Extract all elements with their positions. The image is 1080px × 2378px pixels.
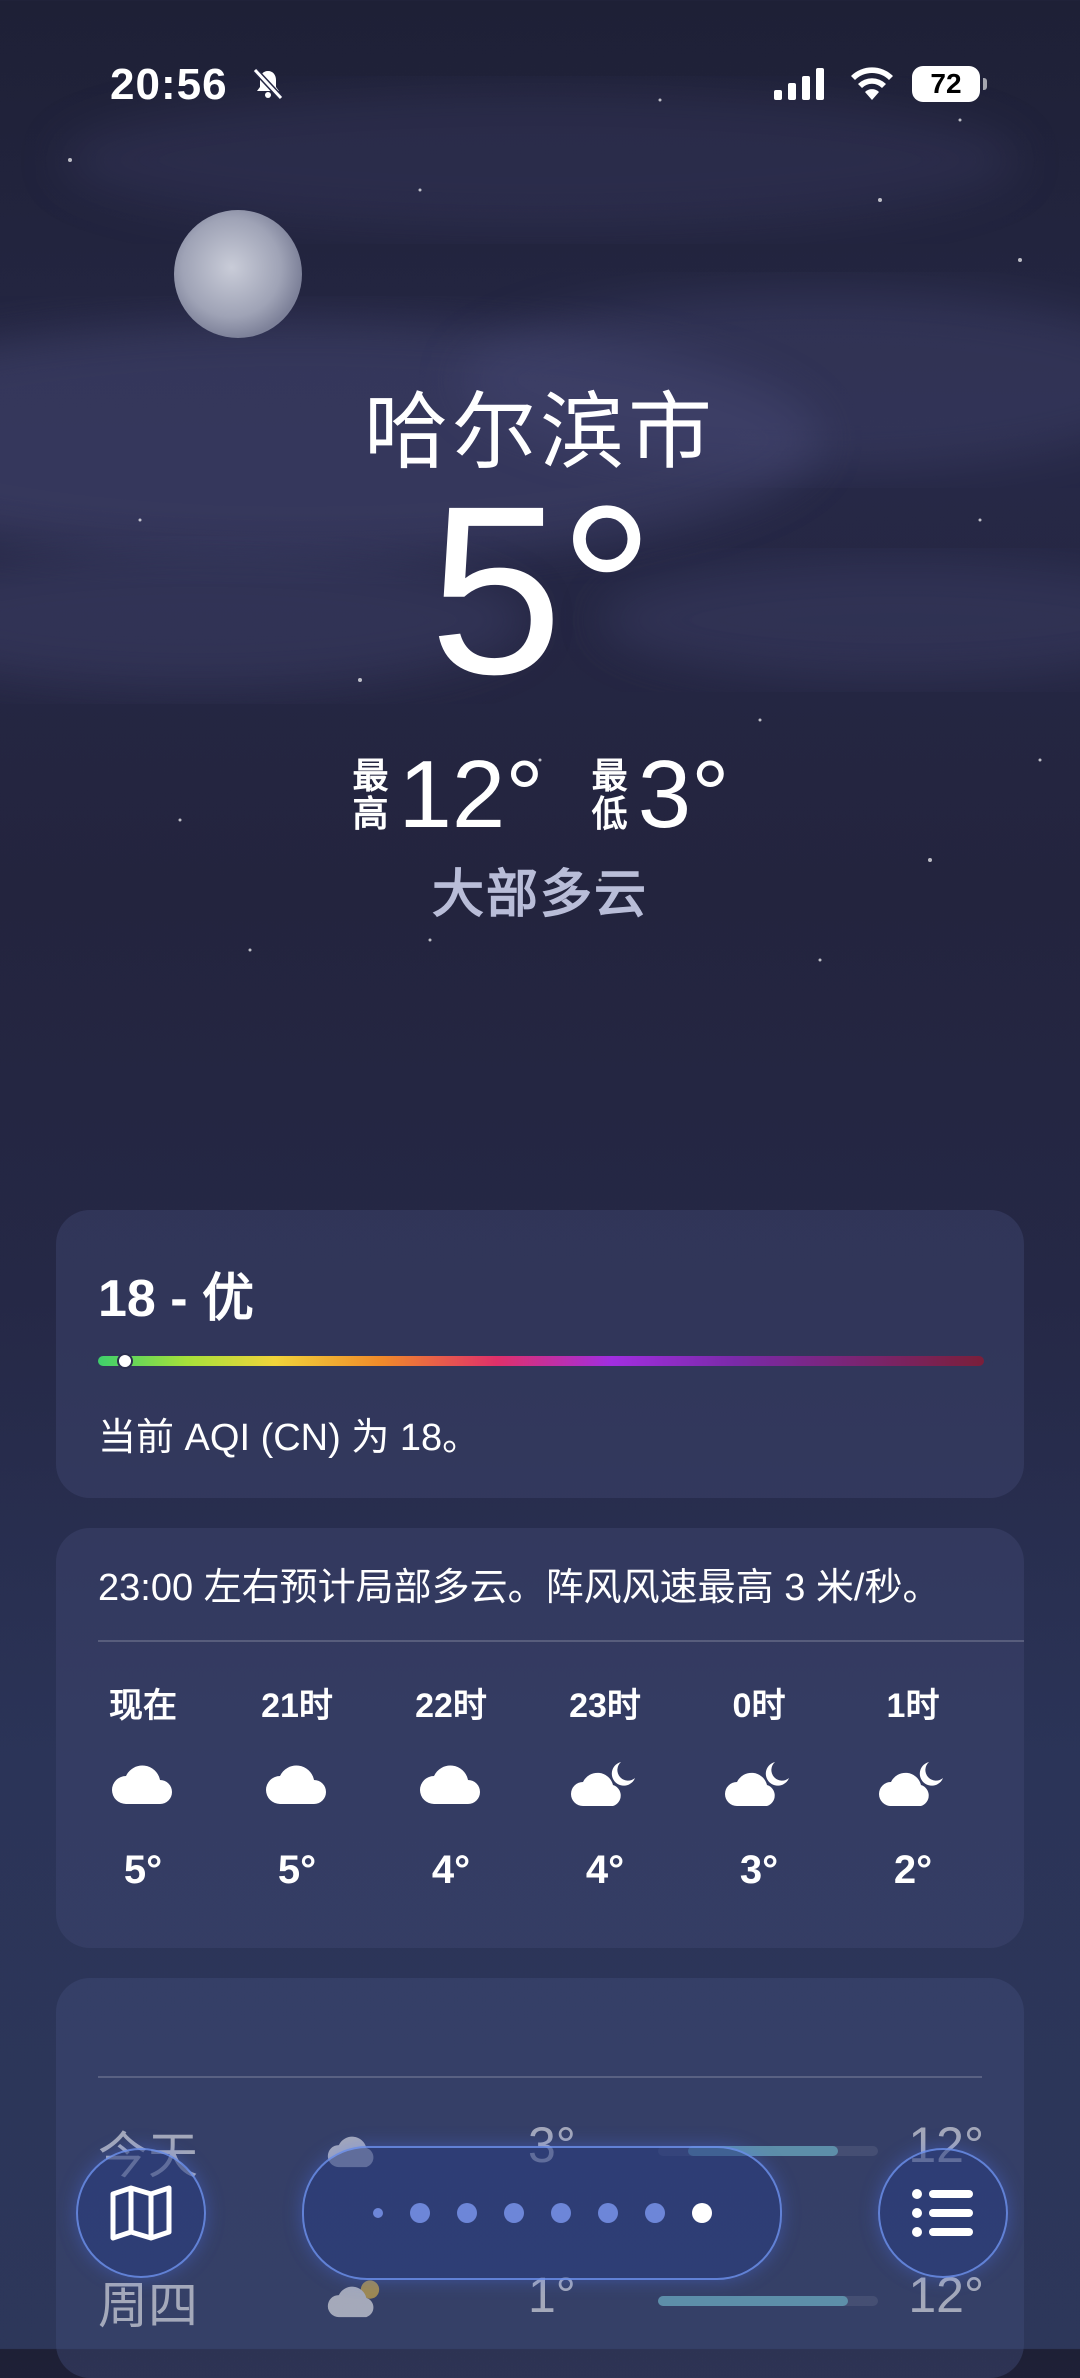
high-low-temperature: 最高 12° 最低 3° bbox=[0, 740, 1080, 850]
page-dot[interactable] bbox=[456, 2203, 477, 2223]
page-dot[interactable] bbox=[597, 2203, 618, 2223]
wifi-icon bbox=[851, 67, 893, 100]
cloud-icon bbox=[220, 1728, 374, 1838]
hour-label: 2 bbox=[990, 1678, 1024, 1728]
current-temperature: 5° bbox=[429, 456, 654, 724]
hourly-scroll-list[interactable]: 现在 5° 21时 5° 22时 4° 23时 4° 0时 3° 1时 2° bbox=[66, 1678, 1024, 1893]
battery-indicator: 72 bbox=[912, 66, 987, 102]
page-dot[interactable] bbox=[550, 2203, 571, 2223]
divider bbox=[98, 1640, 1024, 1642]
hour-label: 21时 bbox=[261, 1687, 333, 1725]
status-time: 20:56 bbox=[110, 60, 228, 109]
location-arrow-dot[interactable] bbox=[372, 2208, 383, 2218]
hour-temperature: 2° bbox=[893, 1848, 933, 1892]
moon-icon bbox=[174, 210, 302, 338]
hour-item: 0时 3° bbox=[682, 1678, 836, 1893]
page-dot-active[interactable] bbox=[691, 2203, 712, 2223]
page-dot[interactable] bbox=[409, 2203, 430, 2223]
hour-temperature: 3° bbox=[739, 1848, 779, 1892]
hour-item: 2 bbox=[990, 1678, 1024, 1893]
map-icon bbox=[110, 2185, 172, 2241]
cloud-moon-icon bbox=[836, 1728, 990, 1838]
bell-slash-icon bbox=[252, 67, 284, 101]
weather-condition: 大部多云 bbox=[431, 866, 648, 924]
cloud-icon bbox=[374, 1728, 528, 1838]
aqi-scale-bar bbox=[98, 1353, 984, 1369]
hour-item: 23时 4° bbox=[528, 1678, 682, 1893]
low-temperature: 3° bbox=[637, 741, 730, 848]
divider bbox=[98, 2076, 982, 2078]
cloud-moon-icon bbox=[682, 1728, 836, 1838]
hour-temperature: 5° bbox=[277, 1848, 317, 1892]
temperature-range-bar bbox=[658, 2296, 878, 2306]
cloud-moon-icon bbox=[990, 1728, 1024, 1838]
aqi-title: 18 - 优 bbox=[98, 1270, 255, 1328]
high-temperature: 12° bbox=[398, 741, 544, 848]
aqi-indicator bbox=[116, 1353, 133, 1369]
hour-item: 21时 5° bbox=[220, 1678, 374, 1893]
cloud-icon bbox=[66, 1728, 220, 1838]
hour-temperature: 4° bbox=[431, 1848, 471, 1892]
map-button[interactable] bbox=[76, 2148, 206, 2278]
hour-temperature: 5° bbox=[123, 1848, 163, 1892]
hour-label: 0时 bbox=[732, 1687, 786, 1725]
hour-label: 1时 bbox=[886, 1687, 940, 1725]
list-icon bbox=[912, 2189, 973, 2237]
hour-item: 现在 5° bbox=[66, 1678, 220, 1893]
aqi-description: 当前 AQI (CN) 为 18。 bbox=[98, 1417, 481, 1459]
low-label: 最低 bbox=[591, 755, 628, 834]
hourly-summary: 23:00 左右预计局部多云。阵风风速最高 3 米/秒。 bbox=[98, 1567, 941, 1609]
hour-item: 1时 2° bbox=[836, 1678, 990, 1893]
hour-item: 22时 4° bbox=[374, 1678, 528, 1893]
cloud-moon-icon bbox=[528, 1728, 682, 1838]
hour-label: 22时 bbox=[415, 1687, 487, 1725]
page-indicator[interactable] bbox=[302, 2146, 782, 2280]
cellular-signal-icon bbox=[774, 68, 824, 100]
page-dot[interactable] bbox=[644, 2203, 665, 2223]
hour-label: 现在 bbox=[109, 1687, 177, 1725]
high-label: 最高 bbox=[352, 755, 389, 834]
hour-temperature: 4° bbox=[585, 1848, 625, 1892]
air-quality-card[interactable]: 18 - 优 当前 AQI (CN) 为 18。 bbox=[56, 1210, 1024, 1498]
hourly-forecast-card[interactable]: 23:00 左右预计局部多云。阵风风速最高 3 米/秒。 现在 5° 21时 5… bbox=[56, 1528, 1024, 1948]
city-list-button[interactable] bbox=[878, 2148, 1008, 2278]
hour-label: 23时 bbox=[569, 1687, 641, 1725]
page-dot[interactable] bbox=[503, 2203, 524, 2223]
status-bar: 20:56 72 bbox=[0, 56, 1080, 116]
